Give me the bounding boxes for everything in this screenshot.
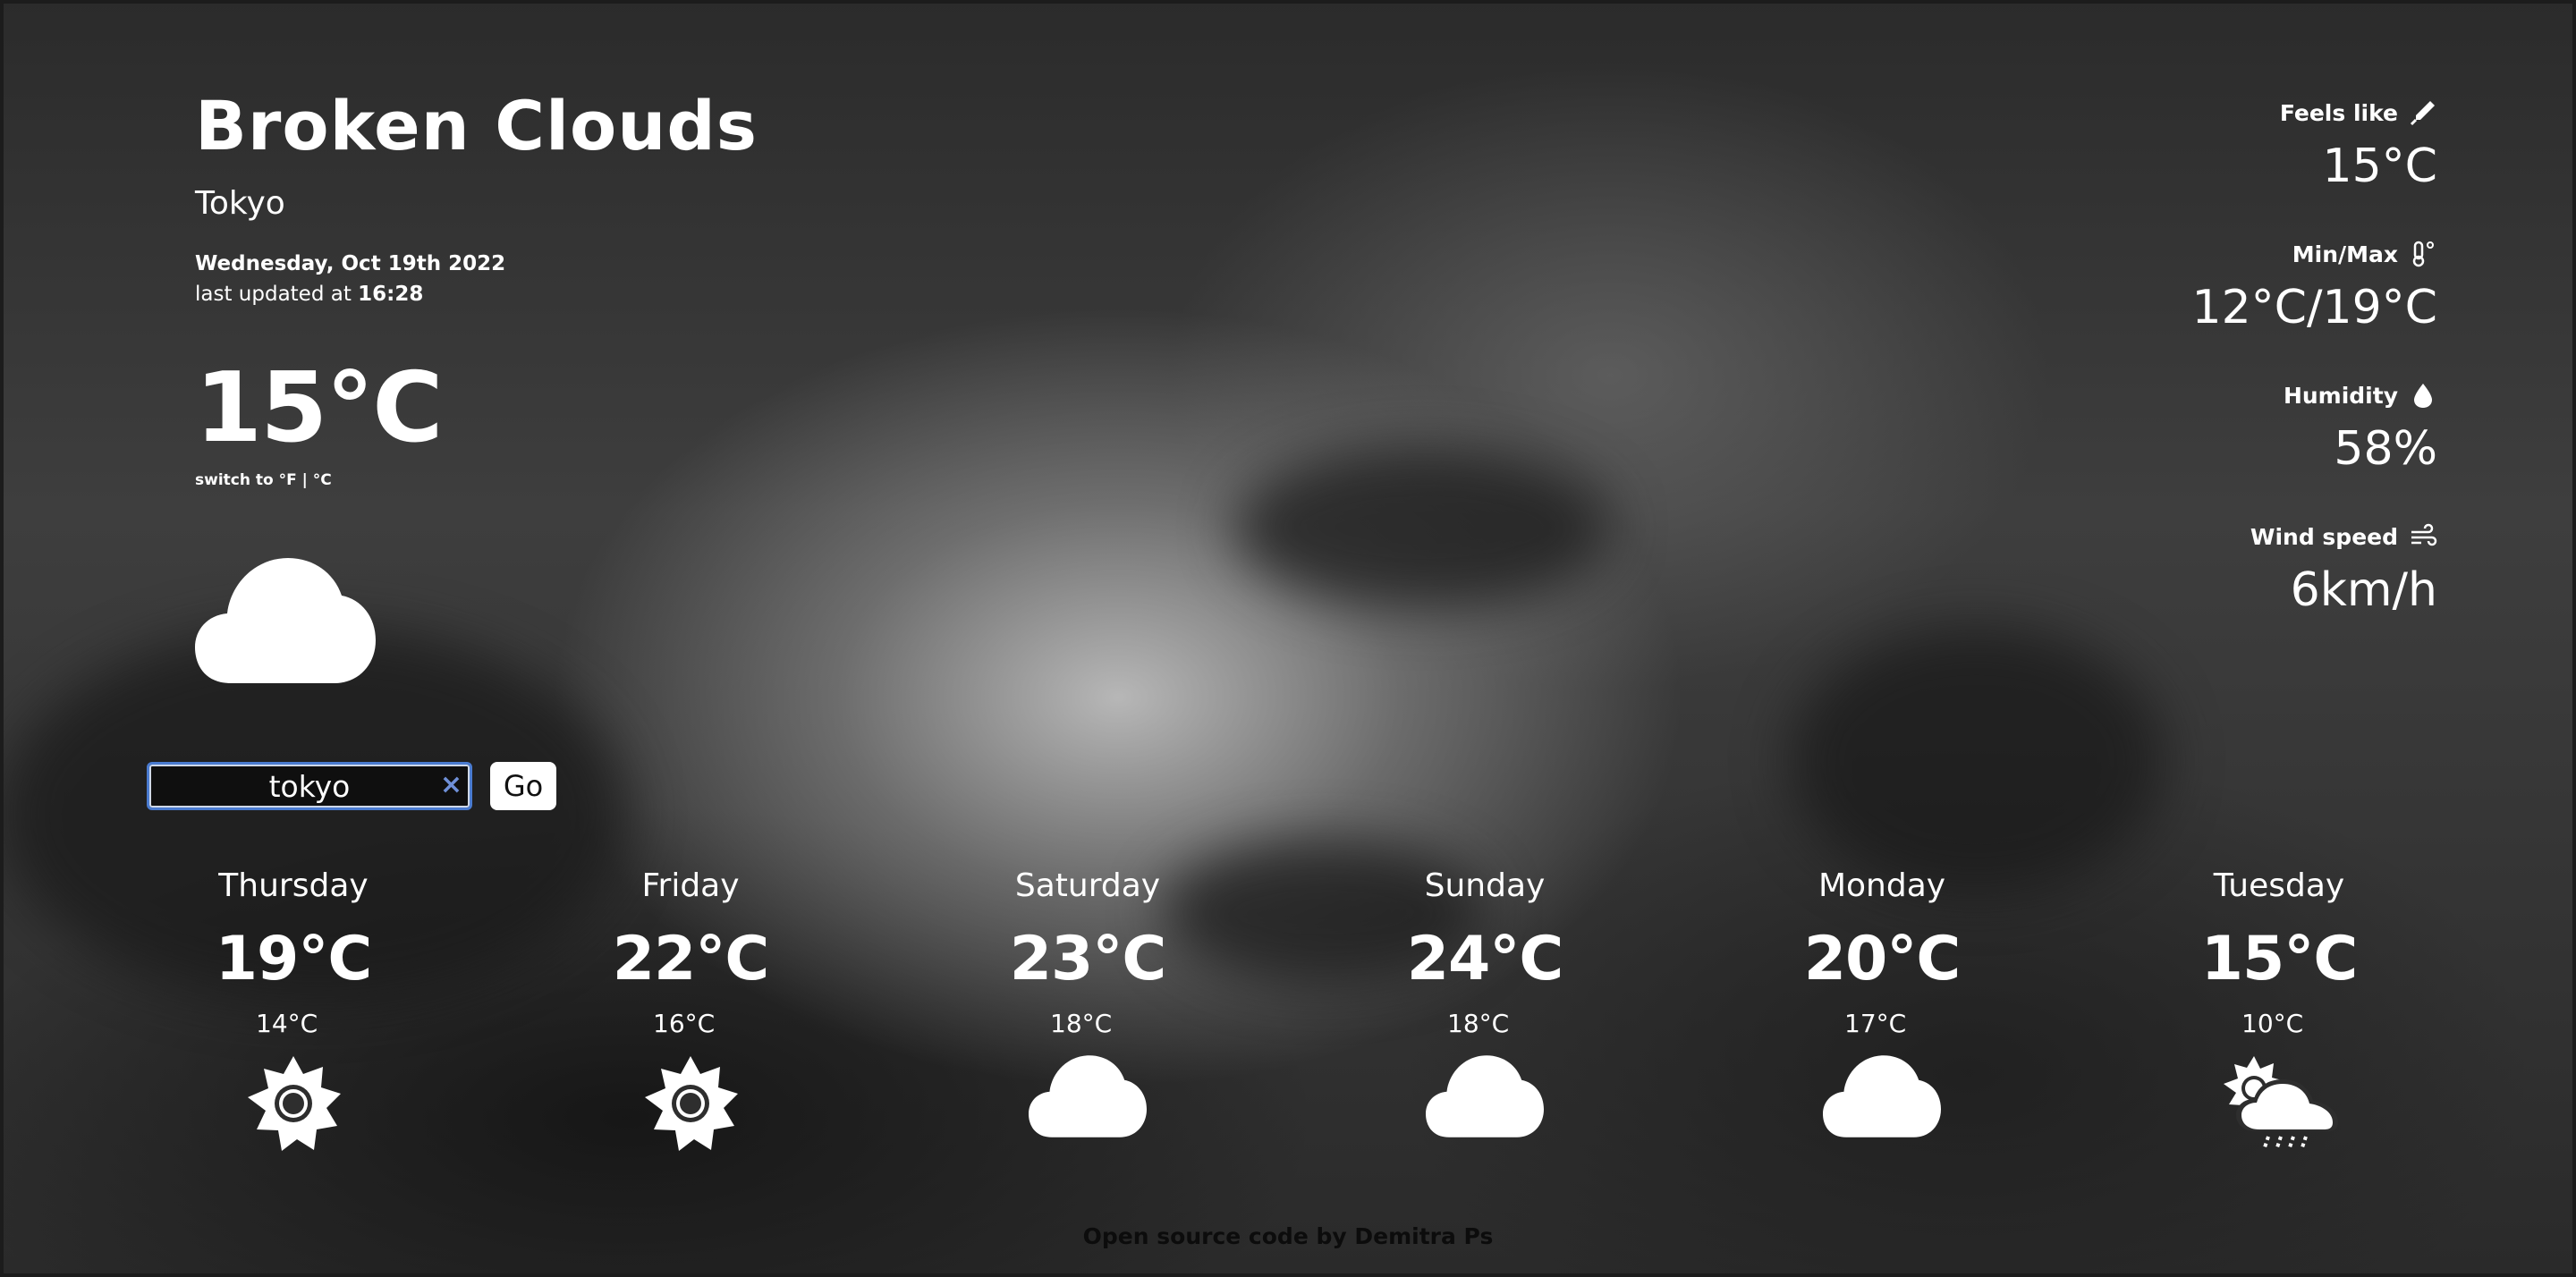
search-box: × xyxy=(147,762,472,810)
forecast-max-temp: 20°C xyxy=(1803,924,1962,994)
humidity-value: 58% xyxy=(2334,422,2437,476)
feels-like-value: 15°C xyxy=(2322,140,2437,193)
last-updated: last updated at 16:28 xyxy=(195,283,758,306)
forecast-max-temp: 15°C xyxy=(2200,924,2359,994)
min-max-label: Min/Max xyxy=(2292,241,2398,267)
source-code-link[interactable]: Open source code xyxy=(1083,1223,1309,1249)
footer: Open source code by Demitra Ps xyxy=(0,1223,2576,1249)
wind-speed-label: Wind speed xyxy=(2250,523,2398,550)
forecast-day-name: Tuesday xyxy=(2213,867,2345,904)
forecast-day: Sunday 24°C 18°C xyxy=(1351,867,1619,1138)
forecast-min-temp: 14°C xyxy=(256,1009,318,1038)
forecast-max-temp: 24°C xyxy=(1406,924,1564,994)
forecast-day: Friday 22°C 16°C xyxy=(556,867,825,1153)
clear-search-icon[interactable]: × xyxy=(440,772,462,799)
unit-switch-prefix: switch to xyxy=(195,471,279,489)
forecast-min-temp: 10°C xyxy=(2241,1009,2304,1038)
unit-separator: | xyxy=(296,471,313,489)
fahrenheit-toggle[interactable]: °F xyxy=(279,471,297,489)
current-date: Wednesday, Oct 19th 2022 xyxy=(195,252,506,275)
forecast-day: Tuesday 15°C 10°C xyxy=(2145,867,2413,1154)
forecast-min-temp: 18°C xyxy=(1447,1009,1510,1038)
sun-rain-cloud-icon xyxy=(2224,1056,2338,1148)
feels-like-label: Feels like xyxy=(2279,99,2398,126)
thermometer-icon xyxy=(2410,101,2435,126)
weather-details-panel: Feels like 15°C Min/Max 12°C/19°C Humidi… xyxy=(2192,98,2437,664)
sun-icon xyxy=(645,1056,738,1151)
current-temperature: 15°C xyxy=(195,352,444,464)
forecast-min-temp: 18°C xyxy=(1050,1009,1113,1038)
last-updated-time: 16:28 xyxy=(358,283,424,306)
cloud-icon xyxy=(1426,1055,1544,1137)
humidity-stat: Humidity 58% xyxy=(2192,381,2437,477)
forecast-day: Thursday 19°C 14°C xyxy=(159,867,428,1153)
forecast-day-name: Monday xyxy=(1818,867,1946,904)
celsius-toggle[interactable]: °C xyxy=(313,471,332,489)
weather-condition: Broken Clouds xyxy=(195,86,758,165)
temperature-range-icon xyxy=(2412,241,2434,267)
min-max-value: 12°C/19°C xyxy=(2191,281,2437,334)
droplet-icon xyxy=(2414,384,2432,408)
forecast-min-temp: 17°C xyxy=(1844,1009,1907,1038)
sun-icon xyxy=(248,1056,341,1151)
forecast-min-temp: 16°C xyxy=(653,1009,716,1038)
forecast-max-temp: 22°C xyxy=(612,924,770,994)
cloud-icon xyxy=(195,558,376,687)
humidity-label: Humidity xyxy=(2283,382,2398,409)
author-credit: by Demitra Ps xyxy=(1308,1223,1494,1249)
go-button[interactable]: Go xyxy=(490,762,556,810)
forecast-day-name: Sunday xyxy=(1424,867,1546,904)
last-updated-prefix: last updated at xyxy=(195,283,359,306)
city-search: × Go xyxy=(147,762,556,810)
forecast-day: Saturday 23°C 18°C xyxy=(953,867,1222,1138)
feels-like-stat: Feels like 15°C xyxy=(2192,98,2437,194)
forecast-day: Monday 20°C 17°C xyxy=(1748,867,2016,1138)
cloud-icon xyxy=(1823,1055,1941,1137)
forecast-day-name: Friday xyxy=(641,867,740,904)
city-name: Tokyo xyxy=(195,185,285,222)
min-max-stat: Min/Max 12°C/19°C xyxy=(2191,240,2437,335)
forecast-day-name: Saturday xyxy=(1014,867,1161,904)
forecast-max-temp: 19°C xyxy=(215,924,373,994)
city-search-input[interactable] xyxy=(149,765,470,808)
forecast-day-name: Thursday xyxy=(218,867,369,904)
wind-speed-value: 6km/h xyxy=(2290,563,2437,617)
wind-icon xyxy=(2411,523,2437,546)
current-weather-panel: Broken Clouds Tokyo Wednesday, Oct 19th … xyxy=(195,86,758,683)
unit-switch: switch to °F | °C xyxy=(195,471,758,489)
cloud-icon xyxy=(1029,1055,1147,1137)
forecast-max-temp: 23°C xyxy=(1009,924,1167,994)
wind-speed-stat: Wind speed 6km/h xyxy=(2192,522,2437,618)
